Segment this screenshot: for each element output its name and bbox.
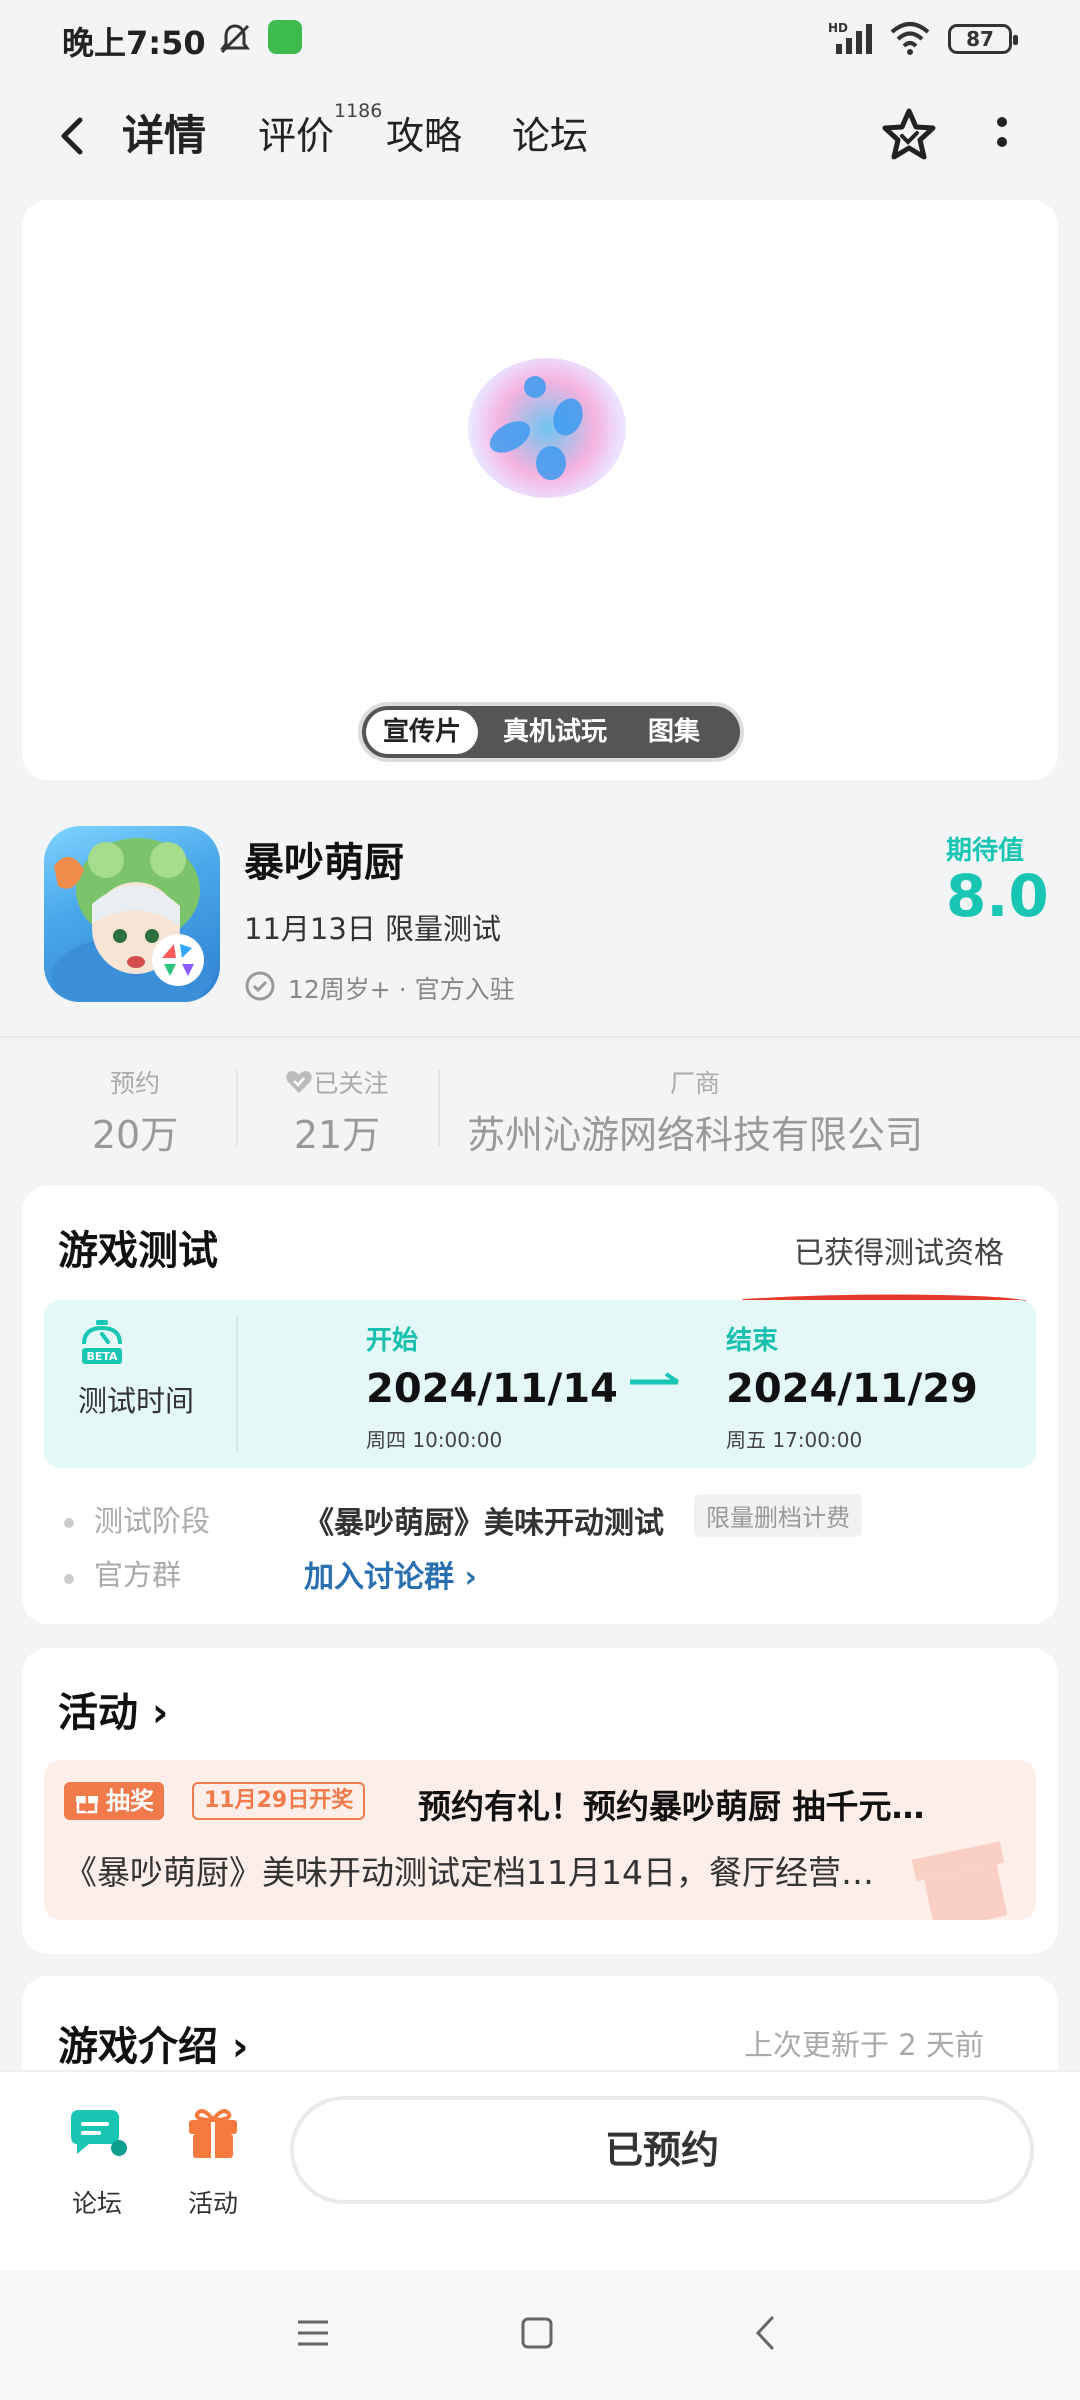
game-test-date: 11月13日 限量测试 [244, 912, 502, 946]
game-test-card: 游戏测试 已获得测试资格 BETA 测试时间 开始 2024/11/14 周四 … [22, 1186, 1058, 1624]
start-label: 开始 [366, 1326, 419, 1356]
forum-button[interactable]: 论坛 [62, 2102, 132, 2222]
gift-box-icon [189, 2109, 237, 2158]
stat-follow-label: 已关注 [262, 1064, 412, 1100]
activity-button[interactable]: 活动 [178, 2102, 248, 2222]
lottery-tag-text: 抽奖 [106, 1787, 154, 1815]
test-stage-value: 《暴吵萌厨》美味开动测试 [304, 1506, 664, 1541]
test-time-label: 测试时间 [78, 1384, 195, 1418]
forum-button-label: 论坛 [71, 2189, 122, 2218]
end-label: 结束 [726, 1326, 779, 1356]
activity-card: 活动 › 抽奖 11月29日开奖 预约有礼！预约暴吵萌厨 抽千元… 《暴吵萌厨》… [22, 1648, 1058, 1954]
signal-icon: HD [828, 21, 872, 54]
start-date: 2024/11/14 [366, 1366, 618, 1412]
game-app-icon [44, 826, 220, 1002]
android-app-icon [268, 20, 302, 54]
intro-section-title[interactable]: 游戏介绍 › [58, 2014, 248, 2072]
expect-score: 8.0 [946, 862, 1049, 930]
test-time-panel: BETA 测试时间 开始 2024/11/14 周四 10:00:00 结束 2… [44, 1300, 1036, 1468]
draw-date-tag: 11月29日开奖 [192, 1782, 366, 1820]
media-tab-trial[interactable]: 真机试玩 [490, 710, 620, 754]
media-tab-gallery[interactable]: 图集 [630, 710, 718, 754]
official-group-label: 官方群 [94, 1558, 182, 1592]
gift-watermark-icon [911, 1841, 1008, 1920]
divider [236, 1316, 238, 1452]
end-date: 2024/11/29 [726, 1366, 978, 1412]
activity-button-label: 活动 [187, 2189, 238, 2218]
stat-vendor-label: 厂商 [669, 1069, 720, 1098]
test-stage-tag: 限量删档计费 [694, 1494, 862, 1537]
status-time: 晚上7:50 [62, 24, 206, 62]
divider [236, 1070, 238, 1146]
age-rating: 12周岁+ · 官方入驻 [288, 975, 515, 1004]
stat-follow-value: 21万 [293, 1113, 381, 1157]
media-preview[interactable]: 宣传片 真机试玩 图集 [22, 200, 1058, 780]
more-options-icon[interactable] [990, 112, 1014, 160]
beta-stopwatch-icon: BETA [82, 1320, 122, 1364]
chat-bubble-icon [71, 2110, 127, 2156]
star-favorite-icon[interactable] [880, 106, 938, 164]
stat-vendor-value[interactable]: 苏州沁游网络科技有限公司 [460, 1104, 930, 1159]
media-tab-switcher: 宣传片 真机试玩 图集 [358, 702, 744, 762]
check-circle-icon [245, 971, 275, 1001]
end-weekday-time: 周五 17:00:00 [726, 1428, 863, 1452]
game-title: 暴吵萌厨 [244, 840, 404, 886]
loading-animation [468, 358, 626, 498]
media-tab-video[interactable]: 宣传片 [366, 710, 478, 754]
divider [0, 1036, 1080, 1038]
activity-description: 《暴吵萌厨》美味开动测试定档11月14日，餐厅经营… [64, 1853, 874, 1892]
network-type: HD [828, 21, 848, 35]
arrow-right-icon [630, 1372, 680, 1385]
bell-muted-icon [220, 24, 250, 54]
tab-details[interactable]: 详情 [122, 108, 206, 164]
back-arrow-icon[interactable] [52, 108, 92, 164]
wifi-icon [890, 22, 930, 55]
stat-follow-text: 已关注 [313, 1069, 389, 1098]
system-navigation-bar [0, 2270, 1080, 2400]
bottom-action-bar: 论坛 活动 已预约 [0, 2070, 1080, 2270]
gift-icon [76, 1796, 98, 1814]
reserved-button[interactable]: 已预约 [290, 2096, 1034, 2204]
stat-reserve-label: 预约 [109, 1069, 160, 1098]
start-weekday-time: 周四 10:00:00 [366, 1428, 503, 1452]
activity-item[interactable]: 抽奖 11月29日开奖 预约有礼！预约暴吵萌厨 抽千元… 《暴吵萌厨》美味开动测… [44, 1760, 1036, 1920]
home-icon[interactable] [520, 2316, 554, 2350]
test-qualification-status: 已获得测试资格 [794, 1236, 1004, 1271]
divider [438, 1070, 440, 1146]
heart-check-icon [286, 1071, 313, 1093]
bullet [64, 1518, 74, 1528]
intro-updated-time: 上次更新于 2 天前 [744, 2028, 984, 2062]
battery-indicator: 87 [948, 24, 1018, 54]
tab-reviews[interactable]: 评价 [258, 108, 334, 164]
test-stage-label: 测试阶段 [94, 1504, 211, 1538]
tab-forum[interactable]: 论坛 [512, 108, 588, 164]
back-nav-icon[interactable] [750, 2314, 780, 2352]
stat-reserve-value: 20万 [91, 1113, 179, 1157]
tab-guide[interactable]: 攻略 [386, 108, 462, 164]
lottery-tag: 抽奖 [64, 1782, 164, 1820]
activity-section-title[interactable]: 活动 › [58, 1680, 168, 1738]
review-count-badge: 1186 [334, 100, 383, 122]
svg-text:BETA: BETA [86, 1350, 118, 1363]
join-group-link[interactable]: 加入讨论群 › [304, 1552, 477, 1596]
menu-icon[interactable] [296, 2318, 330, 2348]
test-section-title: 游戏测试 [58, 1228, 218, 1274]
bullet [64, 1574, 74, 1584]
status-bar: 晚上7:50 HD 87 [0, 0, 1080, 80]
